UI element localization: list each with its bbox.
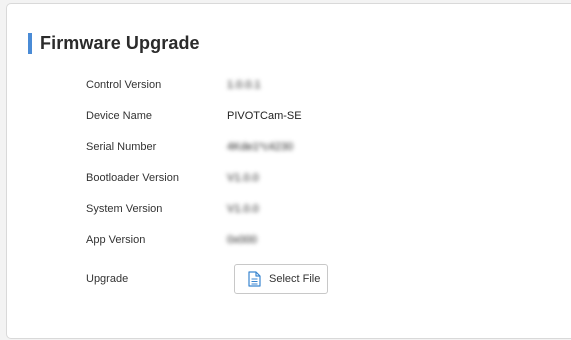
device-name-label: Device Name xyxy=(86,110,153,122)
serial-number-row: Serial Number 4Kde1*c4230 xyxy=(86,137,293,157)
page-header: Firmware Upgrade xyxy=(28,32,200,54)
upgrade-row: Upgrade xyxy=(86,269,227,289)
system-version-row: System Version V1.0.0 xyxy=(86,199,259,219)
system-version-label: System Version xyxy=(86,203,163,215)
app-version-label: App Version xyxy=(86,234,146,246)
file-icon xyxy=(248,271,261,287)
bootloader-version-row: Bootloader Version V1.0.0 xyxy=(86,168,259,188)
app-version-row: App Version 0x000 xyxy=(86,230,257,250)
serial-number-label: Serial Number xyxy=(86,141,157,153)
serial-number-value: 4Kde1*c4230 xyxy=(227,141,294,153)
upgrade-label: Upgrade xyxy=(86,273,129,285)
control-version-label: Control Version xyxy=(86,79,162,91)
title-accent-bar xyxy=(28,32,32,54)
device-name-row: Device Name PIVOTCam-SE xyxy=(86,106,302,126)
page-title: Firmware Upgrade xyxy=(40,32,200,53)
system-version-value: V1.0.0 xyxy=(227,203,259,215)
select-file-label: Select File xyxy=(269,273,321,285)
app-version-value: 0x000 xyxy=(227,234,257,246)
bootloader-version-label: Bootloader Version xyxy=(86,172,179,184)
select-file-button[interactable]: Select File xyxy=(234,264,328,294)
device-name-value: PIVOTCam-SE xyxy=(227,110,302,122)
control-version-value: 1.0.0.1 xyxy=(227,79,261,91)
control-version-row: Control Version 1.0.0.1 xyxy=(86,75,261,95)
bootloader-version-value: V1.0.0 xyxy=(227,172,259,184)
